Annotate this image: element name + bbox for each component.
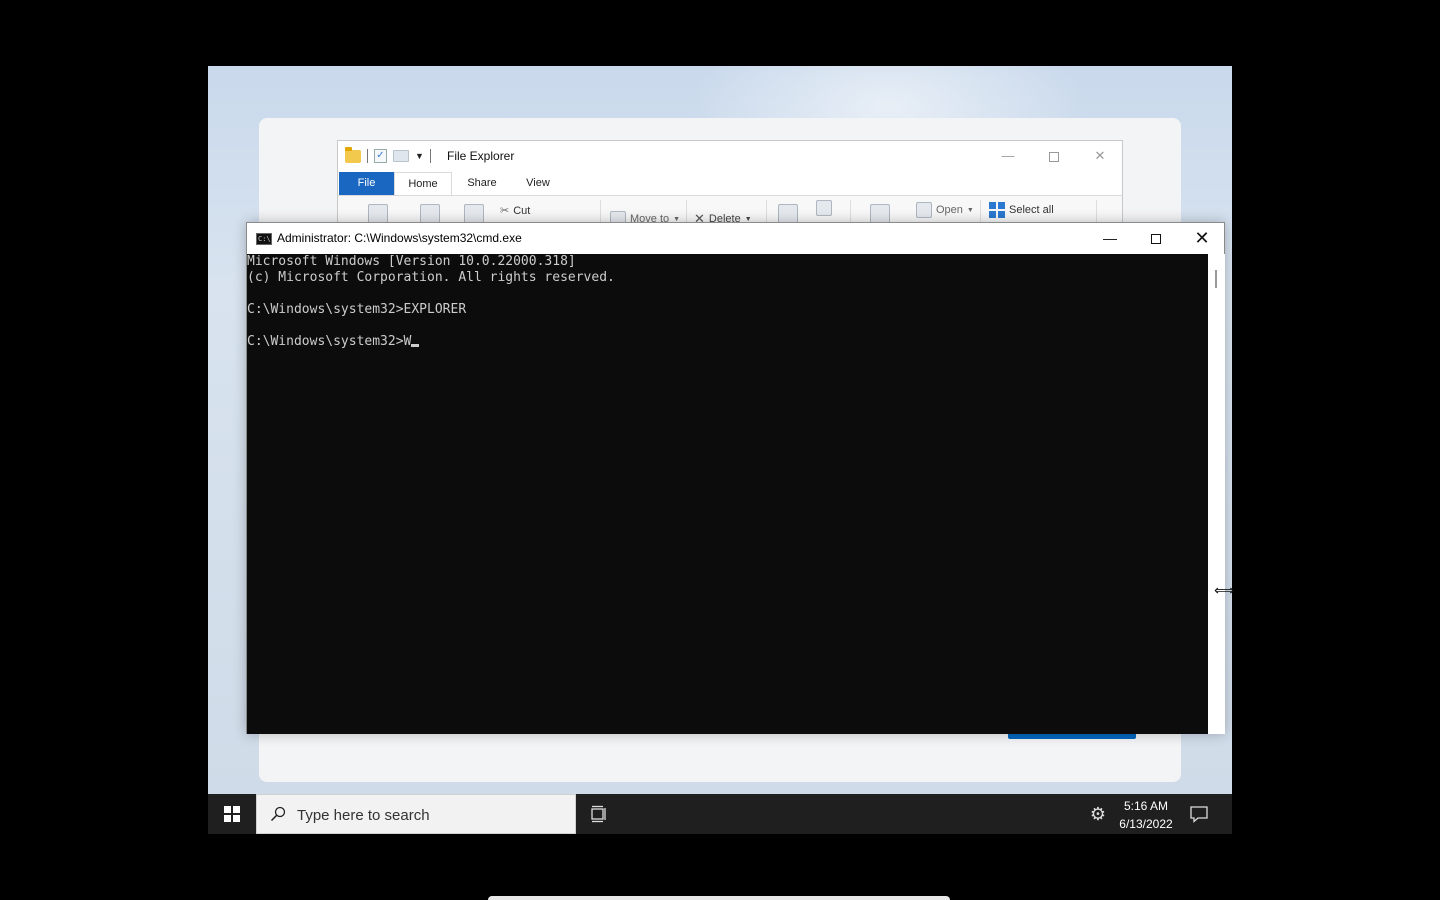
quick-access-toolbar: ✓ ▼ <box>345 146 431 164</box>
console-line: Microsoft Windows [Version 10.0.22000.31… <box>247 254 576 269</box>
open-icon <box>916 202 932 218</box>
cmd-maximize-button[interactable] <box>1133 223 1179 254</box>
properties-icon[interactable]: ✓ <box>374 149 387 163</box>
explorer-minimize-button[interactable]: — <box>985 145 1031 167</box>
explorer-maximize-button[interactable] <box>1031 145 1077 167</box>
setup-next-button-edge[interactable] <box>1008 734 1136 739</box>
resize-horizontal-cursor-icon: ⟺ <box>1214 582 1235 598</box>
console-output[interactable]: Microsoft Windows [Version 10.0.22000.31… <box>247 254 1208 734</box>
console-prompt: C:\Windows\system32>W <box>247 334 412 349</box>
copy-icon <box>420 204 440 224</box>
folder-icon <box>345 146 361 163</box>
cmd-titlebar[interactable]: C:\ Administrator: C:\Windows\system32\c… <box>247 223 1224 254</box>
new-item-icon <box>816 200 832 216</box>
notification-center-icon[interactable] <box>1189 805 1209 823</box>
task-view-icon[interactable] <box>590 804 610 824</box>
select-all-button[interactable]: Select all <box>989 202 1054 218</box>
cut-button[interactable]: ✂ Cut <box>500 204 531 218</box>
pin-quick-access-button[interactable] <box>368 204 388 224</box>
scissors-icon: ✂ <box>500 205 510 217</box>
open-button[interactable]: Open ▼ <box>916 202 974 218</box>
maximize-icon <box>1151 234 1161 245</box>
cmd-scrollbar[interactable] <box>1208 254 1225 734</box>
windows-logo-icon <box>224 806 240 822</box>
properties-button[interactable] <box>870 204 890 224</box>
new-folder-icon[interactable] <box>393 150 409 162</box>
chevron-down-icon: ▼ <box>966 206 974 214</box>
select-all-icon <box>989 202 1005 218</box>
cut-label: Cut <box>513 204 531 217</box>
start-button[interactable] <box>208 794 256 834</box>
new-folder-icon <box>778 204 798 224</box>
open-label: Open <box>936 204 963 216</box>
tab-view[interactable]: View <box>512 172 564 195</box>
properties-icon <box>870 204 890 224</box>
maximize-icon <box>1049 151 1059 162</box>
tab-file[interactable]: File <box>339 172 394 195</box>
taskbar: Type here to search ⚙ 5:16 AM 6/13/2022 <box>208 794 1232 834</box>
select-all-label: Select all <box>1009 204 1054 216</box>
explorer-titlebar[interactable]: ✓ ▼ File Explorer — ✕ <box>338 141 1122 172</box>
console-line: C:\Windows\system32>EXPLORER <box>247 302 467 317</box>
copy-button[interactable] <box>420 204 440 224</box>
search-placeholder: Type here to search <box>297 807 430 824</box>
paste-button[interactable] <box>464 204 484 224</box>
divider <box>429 149 431 163</box>
clock-time: 5:16 AM <box>1123 799 1169 813</box>
tab-share[interactable]: Share <box>452 172 512 195</box>
text-cursor <box>411 344 420 347</box>
customize-qat-icon[interactable]: ▼ <box>415 151 424 161</box>
paste-icon <box>464 204 484 224</box>
new-item-button[interactable] <box>816 200 832 216</box>
clock-date: 6/13/2022 <box>1119 817 1173 831</box>
cmd-minimize-button[interactable]: — <box>1087 223 1133 254</box>
settings-gear-icon[interactable]: ⚙ <box>1088 804 1108 824</box>
search-icon <box>270 806 286 822</box>
console-input-line[interactable]: C:\Windows\system32>W <box>247 334 1208 350</box>
file-explorer-window[interactable]: ✓ ▼ File Explorer — ✕ File Home Share Vi… <box>337 140 1123 231</box>
console-line: (c) Microsoft Corporation. All rights re… <box>247 270 615 285</box>
taskbar-clock[interactable]: 5:16 AM 6/13/2022 <box>1114 797 1178 833</box>
explorer-title: File Explorer <box>447 149 515 163</box>
scrollbar-thumb[interactable] <box>1215 270 1217 288</box>
tab-home[interactable]: Home <box>394 172 452 195</box>
divider <box>367 149 368 163</box>
cmd-title: Administrator: C:\Windows\system32\cmd.e… <box>277 231 522 245</box>
ribbon-tabs: File Home Share View ︿ ? <box>338 172 1122 222</box>
taskbar-search-box[interactable]: Type here to search <box>256 794 576 834</box>
cmd-close-button[interactable]: ✕ <box>1179 223 1225 254</box>
bottom-edge-highlight <box>488 896 950 900</box>
cmd-app-icon: C:\ <box>256 233 272 245</box>
pin-icon <box>368 204 388 224</box>
cmd-window[interactable]: C:\ Administrator: C:\Windows\system32\c… <box>246 222 1225 734</box>
new-folder-button[interactable] <box>778 204 798 224</box>
explorer-close-button[interactable]: ✕ <box>1077 145 1123 167</box>
